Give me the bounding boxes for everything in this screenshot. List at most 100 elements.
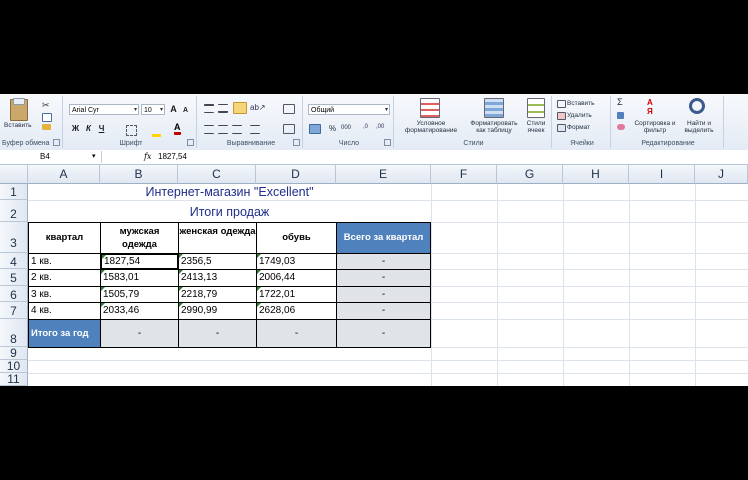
row-header-8[interactable]: 8 <box>0 319 28 347</box>
cell-a4[interactable]: 1 кв. <box>28 253 101 270</box>
currency-icon[interactable] <box>309 124 321 134</box>
header-quarter[interactable]: квартал <box>28 222 101 254</box>
cell-c6[interactable]: 2218,79 <box>178 286 257 303</box>
underline-button[interactable]: Ч <box>96 123 107 134</box>
header-men[interactable]: мужская одежда <box>100 222 179 254</box>
cell-styles-button[interactable]: Стили ячеек <box>522 120 550 134</box>
number-format-select[interactable]: Общий ▾ <box>308 104 390 115</box>
cut-icon[interactable]: ✂ <box>42 100 50 111</box>
column-header-g[interactable]: G <box>497 165 563 184</box>
column-header-b[interactable]: B <box>100 165 178 184</box>
sheet-title[interactable]: Интернет-магазин "Excellent" <box>28 184 431 200</box>
increase-decimal-icon[interactable]: ,0 <box>363 124 368 130</box>
borders-icon[interactable] <box>126 125 137 136</box>
delete-cells-icon[interactable] <box>557 112 566 120</box>
align-middle-icon[interactable] <box>218 104 228 113</box>
format-cells-icon[interactable] <box>557 124 566 132</box>
cell-styles-icon[interactable] <box>527 98 545 118</box>
insert-cells-button[interactable]: Вставить <box>567 100 595 107</box>
italic-button[interactable]: К <box>83 123 94 134</box>
column-header-e[interactable]: E <box>336 165 431 184</box>
row-header-11[interactable]: 11 <box>0 373 28 386</box>
column-header-a[interactable]: A <box>28 165 100 184</box>
row-header-2[interactable]: 2 <box>0 200 28 222</box>
shrink-font-button[interactable]: A <box>180 105 191 116</box>
number-launcher-icon[interactable] <box>384 139 391 146</box>
cell-c8[interactable]: - <box>178 319 257 348</box>
select-all-corner[interactable] <box>0 165 28 184</box>
paste-button[interactable]: Вставить <box>4 122 32 129</box>
formula-input[interactable]: 1827,54 <box>158 151 187 163</box>
find-select-icon[interactable] <box>689 98 705 114</box>
cell-d5[interactable]: 2006,44 <box>256 269 337 287</box>
column-header-f[interactable]: F <box>431 165 497 184</box>
clipboard-launcher-icon[interactable] <box>53 139 60 146</box>
merge-center-icon[interactable] <box>283 124 295 134</box>
row-header-5[interactable]: 5 <box>0 269 28 286</box>
delete-cells-button[interactable]: Удалить <box>567 112 592 119</box>
autosum-button[interactable]: Σ <box>617 98 623 107</box>
fill-color-icon[interactable] <box>152 125 161 137</box>
column-header-c[interactable]: C <box>178 165 256 184</box>
cell-a6[interactable]: 3 кв. <box>28 286 101 303</box>
function-icon[interactable]: fx <box>144 151 151 163</box>
header-women[interactable]: женская одежда <box>178 222 257 254</box>
row-header-1[interactable]: 1 <box>0 184 28 200</box>
indent-icon[interactable] <box>250 125 260 134</box>
format-as-table-icon[interactable] <box>484 98 504 118</box>
conditional-formatting-icon[interactable] <box>420 98 440 118</box>
name-box[interactable]: B4 ▾ <box>0 151 102 163</box>
cell-a8-total-label[interactable]: Итого за год <box>28 319 101 348</box>
clear-icon[interactable] <box>617 124 625 130</box>
sort-filter-button[interactable]: Сортировка и фильтр <box>633 120 677 134</box>
cell-d7[interactable]: 2628,06 <box>256 302 337 320</box>
format-painter-icon[interactable] <box>42 124 51 130</box>
decrease-decimal-icon[interactable]: ,00 <box>376 124 384 130</box>
column-header-d[interactable]: D <box>256 165 336 184</box>
cell-d4[interactable]: 1749,03 <box>256 253 337 270</box>
cell-b6[interactable]: 1505,79 <box>100 286 179 303</box>
copy-icon[interactable] <box>42 113 52 122</box>
cell-c4[interactable]: 2356,5 <box>178 253 257 270</box>
align-bottom-icon[interactable] <box>233 102 247 114</box>
font-size-select[interactable]: 10 ▾ <box>141 104 165 115</box>
header-shoes[interactable]: обувь <box>256 222 337 254</box>
sheet-subtitle[interactable]: Итоги продаж <box>28 200 431 222</box>
cell-b7[interactable]: 2033,46 <box>100 302 179 320</box>
align-left-icon[interactable] <box>204 125 214 134</box>
cell-e5[interactable]: - <box>336 269 431 287</box>
header-total-quarter[interactable]: Всего за квартал <box>336 222 431 254</box>
cell-a7[interactable]: 4 кв. <box>28 302 101 320</box>
align-center-icon[interactable] <box>218 125 228 134</box>
cell-c5[interactable]: 2413,13 <box>178 269 257 287</box>
insert-cells-icon[interactable] <box>557 100 566 108</box>
cell-b4[interactable]: 1827,54 <box>100 253 179 270</box>
cell-d8[interactable]: - <box>256 319 337 348</box>
text-orientation-icon[interactable]: ab↗ <box>250 103 266 112</box>
cell-c7[interactable]: 2990,99 <box>178 302 257 320</box>
row-header-3[interactable]: 3 <box>0 222 28 253</box>
grow-font-button[interactable]: A <box>168 104 179 115</box>
row-header-7[interactable]: 7 <box>0 302 28 319</box>
column-header-h[interactable]: H <box>563 165 629 184</box>
thousands-button[interactable]: 000 <box>341 125 351 132</box>
sort-filter-icon[interactable]: АЯ <box>647 98 661 116</box>
cell-a5[interactable]: 2 кв. <box>28 269 101 287</box>
cell-e6[interactable]: - <box>336 286 431 303</box>
align-right-icon[interactable] <box>232 125 242 134</box>
bold-button[interactable]: Ж <box>70 123 81 134</box>
cell-e7[interactable]: - <box>336 302 431 320</box>
conditional-formatting-button[interactable]: Условное форматирование <box>398 120 464 134</box>
cell-b5[interactable]: 1583,01 <box>100 269 179 287</box>
font-color-icon[interactable]: A <box>174 123 181 135</box>
column-header-j[interactable]: J <box>695 165 748 184</box>
cell-e4[interactable]: - <box>336 253 431 270</box>
fill-icon[interactable] <box>617 112 624 119</box>
chevron-down-icon[interactable]: ▾ <box>92 151 96 163</box>
font-name-select[interactable]: Arial Cyr ▾ <box>69 104 139 115</box>
format-cells-button[interactable]: Формат <box>567 124 590 131</box>
cell-e8[interactable]: - <box>336 319 431 348</box>
cell-d6[interactable]: 1722,01 <box>256 286 337 303</box>
find-select-button[interactable]: Найти и выделить <box>677 120 721 134</box>
percent-button[interactable]: % <box>329 125 336 133</box>
